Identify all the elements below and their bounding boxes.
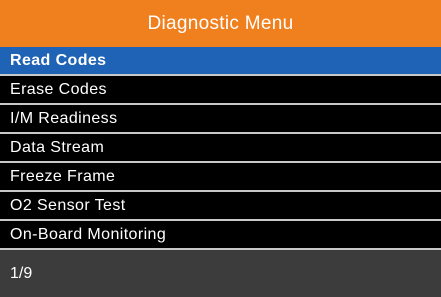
page-title: Diagnostic Menu: [147, 12, 294, 34]
menu-item-erase-codes[interactable]: Erase Codes: [0, 76, 441, 105]
menu-item-label: Erase Codes: [10, 80, 107, 98]
menu-item-data-stream[interactable]: Data Stream: [0, 134, 441, 163]
menu-item-freeze-frame[interactable]: Freeze Frame: [0, 163, 441, 192]
diagnostic-screen: Diagnostic Menu Read Codes Erase Codes I…: [0, 0, 441, 297]
menu-item-read-codes[interactable]: Read Codes: [0, 47, 441, 76]
diagnostic-menu-list: Read Codes Erase Codes I/M Readiness Dat…: [0, 47, 441, 250]
menu-item-label: Freeze Frame: [10, 167, 116, 185]
status-bar: 1/9: [0, 250, 441, 297]
menu-item-label: On-Board Monitoring: [10, 225, 167, 243]
menu-item-label: O2 Sensor Test: [10, 196, 126, 214]
menu-item-label: Data Stream: [10, 138, 105, 156]
menu-item-im-readiness[interactable]: I/M Readiness: [0, 105, 441, 134]
menu-item-label: Read Codes: [10, 51, 107, 69]
menu-item-label: I/M Readiness: [10, 109, 118, 127]
title-bar: Diagnostic Menu: [0, 0, 441, 47]
menu-item-on-board-monitoring[interactable]: On-Board Monitoring: [0, 221, 441, 250]
menu-item-o2-sensor-test[interactable]: O2 Sensor Test: [0, 192, 441, 221]
page-indicator: 1/9: [10, 264, 33, 282]
